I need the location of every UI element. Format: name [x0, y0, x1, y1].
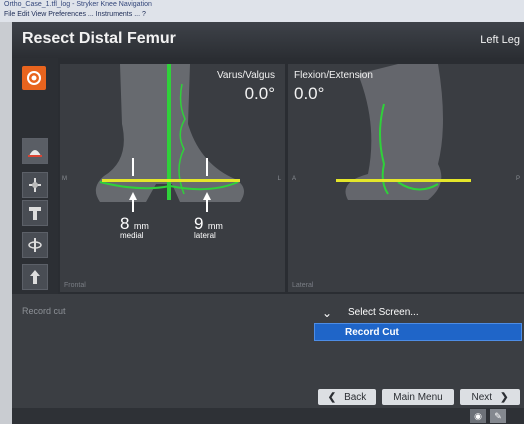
- lateral-resection-label: lateral: [194, 231, 216, 240]
- record-cut-button[interactable]: Record Cut: [314, 323, 522, 341]
- ap-cut-icon[interactable]: [22, 264, 48, 290]
- select-screen-dropdown[interactable]: ⌄ Select Screen...: [314, 304, 524, 321]
- chevron-down-icon: ⌄: [321, 305, 333, 320]
- distal-femur-icon[interactable]: [22, 138, 48, 164]
- frontal-lateral-axis-label: L: [277, 176, 281, 182]
- record-cut-status: Record cut: [22, 306, 66, 316]
- footer-bar: [12, 408, 524, 424]
- back-label: Back: [344, 391, 367, 403]
- lateral-posterior-axis-label: P: [515, 176, 520, 182]
- frontal-view[interactable]: Varus/Valgus 0.0° M L 8 mm medial 9 mm l…: [60, 64, 285, 292]
- chevron-left-icon: ❮: [327, 391, 337, 403]
- lateral-view-caption: Lateral: [292, 282, 314, 289]
- back-button[interactable]: ❮ Back: [318, 389, 376, 405]
- lateral-resection-readout: 9 mm lateral: [194, 214, 223, 240]
- varus-valgus-label: Varus/Valgus: [217, 70, 275, 81]
- leg-side-label: Left Leg: [480, 34, 520, 46]
- lateral-resection-unit: mm: [207, 221, 223, 231]
- next-button[interactable]: Next ❯: [460, 389, 520, 405]
- window-chrome: Ortho_Case_1.tfl_log - Stryker Knee Navi…: [0, 0, 524, 22]
- medial-resection-unit: mm: [133, 221, 149, 231]
- window-title: Ortho_Case_1.tfl_log - Stryker Knee Navi…: [4, 1, 152, 8]
- tibia-icon[interactable]: [22, 200, 48, 226]
- lateral-view[interactable]: Flexion/Extension 0.0° A P Lateral: [288, 64, 524, 292]
- frontal-medial-axis-label: M: [62, 176, 67, 182]
- medial-resection-label: medial: [120, 231, 144, 240]
- next-label: Next: [471, 391, 493, 403]
- main-menu-label: Main Menu: [393, 391, 443, 403]
- flexion-extension-value: 0.0°: [294, 84, 325, 103]
- select-screen-label: Select Screen...: [348, 307, 419, 318]
- frontal-view-caption: Frontal: [64, 282, 86, 289]
- chevron-right-icon: ❯: [500, 391, 509, 403]
- camera-icon[interactable]: ◉: [470, 409, 486, 423]
- varus-valgus-value: 0.0°: [244, 84, 275, 103]
- window-menu-bar[interactable]: File Edit View Preferences ... Instrumen…: [4, 11, 146, 18]
- main-menu-button[interactable]: Main Menu: [382, 389, 454, 405]
- page-title: Resect Distal Femur: [22, 30, 176, 47]
- frontal-alignment-icon[interactable]: [22, 172, 48, 198]
- lateral-anterior-axis-label: A: [292, 176, 297, 182]
- pen-icon[interactable]: ✎: [490, 409, 506, 423]
- record-cut-label: Record Cut: [345, 327, 399, 338]
- flexion-extension-label: Flexion/Extension: [294, 70, 373, 81]
- rotation-icon[interactable]: [22, 232, 48, 258]
- medial-resection-readout: 8 mm medial: [120, 214, 149, 240]
- logo-icon: [22, 66, 46, 90]
